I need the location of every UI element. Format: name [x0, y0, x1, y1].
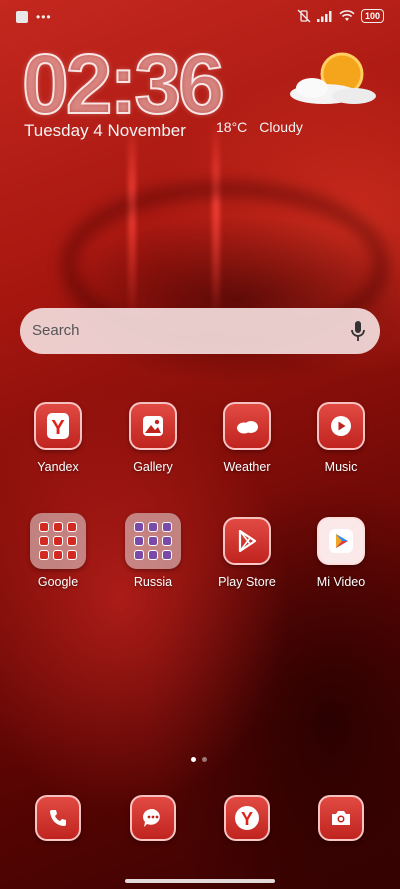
gesture-navigation-bar[interactable] [125, 879, 275, 883]
svg-text:Y: Y [51, 417, 65, 439]
svg-text:Y: Y [241, 809, 253, 829]
app-music[interactable]: Music [296, 402, 386, 474]
yandex-browser-icon: Y [224, 795, 270, 841]
date-label: Tuesday 4 November [24, 121, 186, 140]
clock-time[interactable]: 02:36 [21, 41, 226, 127]
dock-phone[interactable] [13, 795, 103, 841]
temperature-label: 18°C [216, 119, 248, 135]
sun-behind-cloud-icon[interactable] [284, 50, 380, 112]
app-label: Play Store [218, 575, 276, 589]
page-dot[interactable] [202, 757, 207, 762]
camera-icon [318, 795, 364, 841]
app-mi-video[interactable]: Mi Video [296, 517, 386, 589]
vibrate-off-icon [297, 9, 311, 23]
mi-video-icon [317, 517, 365, 565]
page-indicator [191, 757, 207, 762]
app-gallery[interactable]: Gallery [108, 402, 198, 474]
app-label: Weather [223, 460, 271, 474]
notification-square-icon [16, 11, 28, 23]
dock-yandex-browser[interactable]: Y [202, 795, 292, 841]
page-dot-active[interactable] [191, 757, 196, 762]
app-label: Russia [133, 575, 173, 589]
status-bar: ••• 100 [0, 0, 400, 34]
dock-camera[interactable] [296, 795, 386, 841]
gallery-icon [129, 402, 177, 450]
folder-icon [30, 513, 86, 569]
phone-icon [35, 795, 81, 841]
play-store-icon [223, 517, 271, 565]
weather-summary[interactable]: 18°C Cloudy [216, 119, 303, 135]
app-weather[interactable]: Weather [202, 402, 292, 474]
more-dots-icon: ••• [36, 10, 52, 24]
messages-icon [130, 795, 176, 841]
folder-google[interactable]: Google [13, 513, 103, 589]
app-label: Gallery [133, 460, 173, 474]
music-icon [317, 402, 365, 450]
folder-icon [125, 513, 181, 569]
wifi-icon [339, 10, 355, 21]
app-label: Music [324, 460, 358, 474]
battery-icon: 100 [360, 9, 384, 23]
weather-condition-label: Cloudy [259, 119, 303, 135]
mic-icon[interactable] [350, 320, 366, 342]
app-play-store[interactable]: Play Store [202, 517, 292, 589]
signal-icon [316, 11, 332, 22]
weather-icon [223, 402, 271, 450]
folder-russia[interactable]: Russia [108, 513, 198, 589]
app-label: Mi Video [316, 575, 366, 589]
app-label: Google [37, 575, 79, 589]
search-placeholder: Search [32, 322, 80, 339]
yandex-icon: Y [34, 402, 82, 450]
app-yandex[interactable]: Y Yandex [13, 402, 103, 474]
app-label: Yandex [37, 460, 79, 474]
search-bar[interactable]: Search [20, 308, 380, 354]
dock-messages[interactable] [108, 795, 198, 841]
